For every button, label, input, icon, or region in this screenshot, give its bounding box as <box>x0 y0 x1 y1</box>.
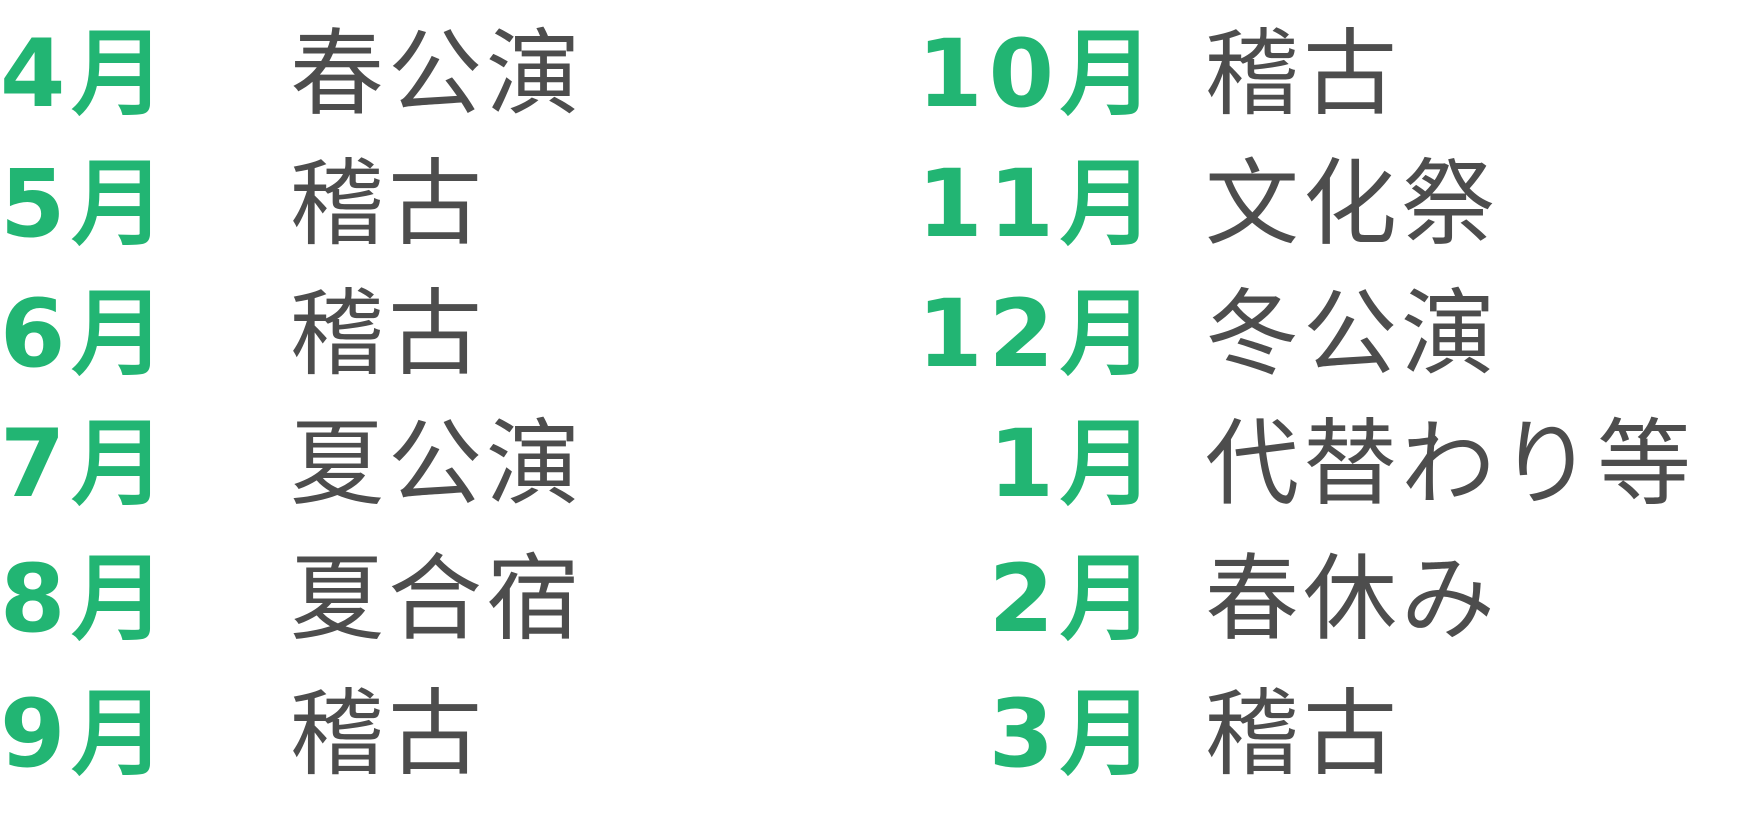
schedule-row: 3月 稽古 <box>800 670 1740 800</box>
schedule-row: 9月 稽古 <box>0 670 760 800</box>
schedule-row: 11月 文化祭 <box>800 140 1740 270</box>
schedule-row: 1月 代替わり等 <box>800 400 1740 530</box>
schedule-row: 2月 春休み <box>800 535 1740 665</box>
annual-schedule: 4月 春公演 5月 稽古 6月 稽古 7月 夏公演 8月 夏合宿 9月 稽古 1… <box>0 0 1740 818</box>
month-label: 2月 <box>988 545 1160 654</box>
event-label: 稽古 <box>290 680 487 789</box>
event-label: 冬公演 <box>1205 280 1500 389</box>
month-label: 6月 <box>0 280 172 389</box>
schedule-row: 10月 稽古 <box>800 10 1740 140</box>
month-label: 11月 <box>917 150 1160 259</box>
event-label: 文化祭 <box>1205 150 1500 259</box>
month-label: 9月 <box>0 680 172 789</box>
event-label: 稽古 <box>290 280 487 389</box>
month-label: 8月 <box>0 545 172 654</box>
event-label: 夏合宿 <box>290 545 585 654</box>
schedule-row: 8月 夏合宿 <box>0 535 760 665</box>
month-label: 3月 <box>988 680 1160 789</box>
month-label: 7月 <box>0 410 172 519</box>
event-label: 春公演 <box>290 20 585 129</box>
schedule-row: 5月 稽古 <box>0 140 760 270</box>
month-label: 12月 <box>917 280 1160 389</box>
month-label: 1月 <box>988 410 1160 519</box>
schedule-row: 4月 春公演 <box>0 10 760 140</box>
event-label: 春休み <box>1205 545 1500 654</box>
event-label: 夏公演 <box>290 410 585 519</box>
month-label: 5月 <box>0 150 172 259</box>
month-label: 4月 <box>0 20 172 129</box>
schedule-row: 12月 冬公演 <box>800 270 1740 400</box>
schedule-row: 6月 稽古 <box>0 270 760 400</box>
event-label: 代替わり等 <box>1205 410 1696 519</box>
event-label: 稽古 <box>1205 20 1402 129</box>
event-label: 稽古 <box>290 150 487 259</box>
event-label: 稽古 <box>1205 680 1402 789</box>
month-label: 10月 <box>917 20 1160 129</box>
schedule-row: 7月 夏公演 <box>0 400 760 530</box>
